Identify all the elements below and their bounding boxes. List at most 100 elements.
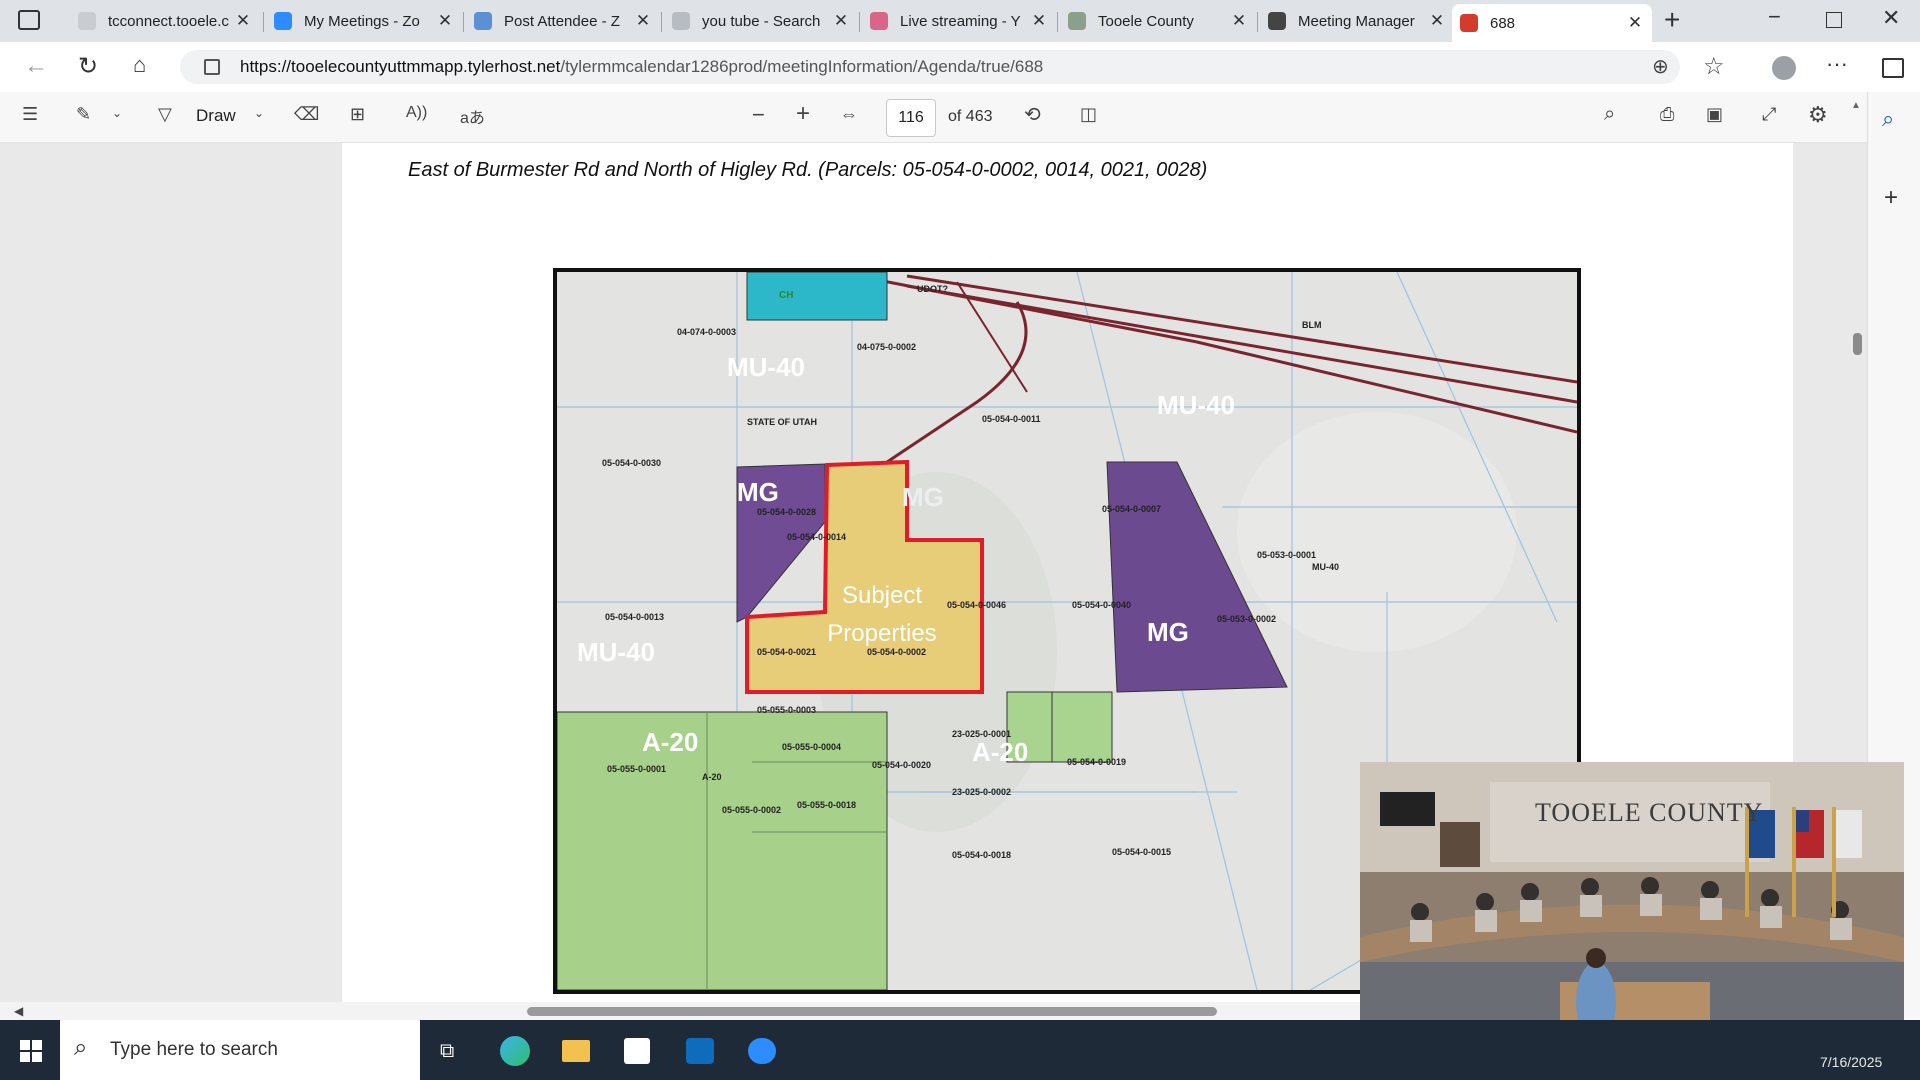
rotate-icon[interactable]: ⟲	[1024, 102, 1041, 127]
parcel-label: 05-054-0-0011	[982, 414, 1041, 424]
tab-close-icon[interactable]: ✕	[436, 11, 454, 31]
page-count: of 463	[948, 108, 993, 125]
parcel-label: 05-055-0-0018	[797, 800, 857, 810]
tab-2[interactable]: My Meetings - Zo ✕	[266, 5, 462, 37]
scroll-left-arrow[interactable]: ◀	[14, 1004, 23, 1018]
find-icon[interactable]: ⌕	[1604, 103, 1615, 126]
favorite-star-icon[interactable]: ☆	[1703, 52, 1725, 81]
edge-taskbar-icon[interactable]	[500, 1036, 530, 1066]
chevron-down-icon[interactable]: ⌄	[112, 106, 122, 120]
parcel-label: 05-054-0-0019	[1067, 757, 1127, 767]
taskbar-search-placeholder: Type here to search	[110, 1039, 278, 1060]
tab-close-icon[interactable]: ✕	[634, 11, 652, 31]
parcel-label: 05-054-0-0018	[952, 850, 1012, 860]
eraser-icon[interactable]: ⌫	[294, 104, 319, 125]
tooele-icon	[1068, 12, 1086, 30]
tab-8[interactable]: 688 ✕	[1452, 4, 1652, 42]
zone-a20-right	[1051, 691, 1113, 763]
sidebar-search-icon[interactable]: ⌕	[1882, 106, 1894, 132]
chevron-down-icon[interactable]: ⌄	[254, 106, 264, 120]
parcel-label: 05-055-0-0003	[757, 705, 817, 715]
parcel-label: 05-053-0-0002	[1217, 614, 1277, 624]
zone-label: A-20	[642, 727, 699, 757]
zoom-in-button[interactable]: +	[796, 100, 810, 128]
start-windows-icon[interactable]	[20, 1040, 42, 1062]
file-explorer-icon[interactable]	[562, 1040, 590, 1062]
profile-avatar[interactable]	[1772, 56, 1796, 80]
sidebar-add-icon[interactable]: +	[1884, 184, 1898, 212]
zone-label: MG	[737, 477, 779, 507]
parcel-label: 05-054-0-0002	[867, 647, 927, 657]
parcel-label: 23-025-0-0002	[952, 787, 1012, 797]
page-number-input[interactable]: 116	[886, 99, 936, 137]
url-text[interactable]: https://tooelecountyuttmmapp.tylerhost.n…	[240, 57, 1043, 77]
url-host: https://tooelecountyuttmmapp.tylerhost.n…	[240, 57, 561, 76]
new-tab-button[interactable]: +	[1664, 4, 1680, 36]
refresh-button[interactable]: ↻	[78, 52, 98, 81]
parcel-label: BLM	[1302, 320, 1322, 330]
page-view-icon[interactable]: ◫	[1080, 104, 1097, 125]
parcel-label: STATE OF UTAH	[747, 417, 817, 427]
lock-icon[interactable]	[204, 59, 220, 75]
parcel-label: 05-055-0-0004	[782, 742, 842, 752]
scroll-up-arrow[interactable]: ▲	[1851, 100, 1861, 111]
more-menu-icon[interactable]: ···	[1826, 51, 1848, 77]
tab-actions-icon[interactable]	[18, 10, 40, 30]
search-icon	[672, 12, 690, 30]
fullscreen-icon[interactable]: ⤢	[1762, 104, 1776, 125]
tab-3[interactable]: Post Attendee - Z ✕	[466, 5, 660, 37]
translate-icon[interactable]: aあ	[460, 104, 485, 128]
parcel-label: MU-40	[1312, 562, 1340, 572]
back-button[interactable]: ←	[24, 52, 48, 80]
tab-separator	[263, 12, 264, 32]
zone-label: MU-40	[577, 637, 656, 667]
highlight-icon[interactable]: ✎	[76, 104, 91, 125]
parcel-label: 05-054-0-0021	[757, 647, 817, 657]
tab-7[interactable]: Meeting Manager ✕	[1260, 5, 1454, 37]
zone-label: MG	[902, 482, 944, 512]
youtube-icon	[870, 12, 888, 30]
tab-close-icon[interactable]: ✕	[1428, 11, 1446, 31]
tab-6[interactable]: Tooele County ✕	[1060, 5, 1256, 37]
draw-icon[interactable]: ▽	[158, 104, 172, 125]
minimize-button[interactable]: −	[1768, 4, 1781, 30]
save-icon[interactable]: ▣	[1706, 104, 1723, 125]
read-aloud-icon[interactable]: A))	[406, 104, 427, 122]
tab-close-icon[interactable]: ✕	[1030, 11, 1048, 31]
home-button[interactable]: ⌂	[133, 52, 146, 78]
outlook-icon[interactable]	[686, 1038, 714, 1064]
tab-1[interactable]: tcconnect.tooele.c ✕	[70, 5, 260, 37]
tab-label: Post Attendee - Z	[504, 12, 620, 30]
text-box-icon[interactable]: ⊞	[350, 104, 365, 125]
tab-close-icon[interactable]: ✕	[832, 11, 850, 31]
taskbar-search[interactable]: ⌕ Type here to search	[60, 1020, 420, 1080]
store-icon[interactable]	[624, 1038, 650, 1064]
tab-separator	[661, 12, 662, 32]
tab-4[interactable]: you tube - Search ✕	[664, 5, 858, 37]
taskbar-date: 7/16/2025	[1820, 1054, 1883, 1070]
zoom-in-page-icon[interactable]: ⊕	[1652, 54, 1669, 79]
tab-close-icon[interactable]: ✕	[234, 11, 252, 31]
restore-button[interactable]	[1826, 12, 1842, 28]
close-window-button[interactable]: ✕	[1882, 5, 1900, 31]
sidebar-toggle-icon[interactable]	[1882, 58, 1904, 78]
settings-gear-icon[interactable]: ⚙	[1808, 102, 1828, 128]
vertical-scrollbar-thumb[interactable]	[1853, 333, 1862, 355]
parcel-label: UDOT?	[917, 284, 948, 294]
fit-page-icon[interactable]: ⇔	[840, 104, 858, 125]
horizontal-scrollbar-thumb[interactable]	[527, 1007, 1217, 1016]
task-view-icon[interactable]: ⧉	[440, 1040, 454, 1063]
zoom-out-button[interactable]: −	[752, 102, 765, 128]
tab-label: tcconnect.tooele.c	[108, 12, 229, 30]
parcel-label: 05-054-0-0046	[947, 600, 1007, 610]
zoom-taskbar-icon[interactable]	[748, 1038, 776, 1064]
contents-icon[interactable]: ☰	[22, 104, 38, 125]
parcel-label: 04-075-0-0002	[857, 342, 917, 352]
tab-label: Meeting Manager	[1298, 12, 1415, 30]
tab-close-icon[interactable]: ✕	[1230, 11, 1248, 31]
draw-button[interactable]: Draw	[196, 106, 236, 126]
parcel-label: 05-055-0-0002	[722, 805, 782, 815]
print-icon[interactable]: ⎙	[1660, 104, 1674, 125]
tab-close-icon[interactable]: ✕	[1626, 13, 1644, 33]
tab-5[interactable]: Live streaming - Y ✕	[862, 5, 1056, 37]
